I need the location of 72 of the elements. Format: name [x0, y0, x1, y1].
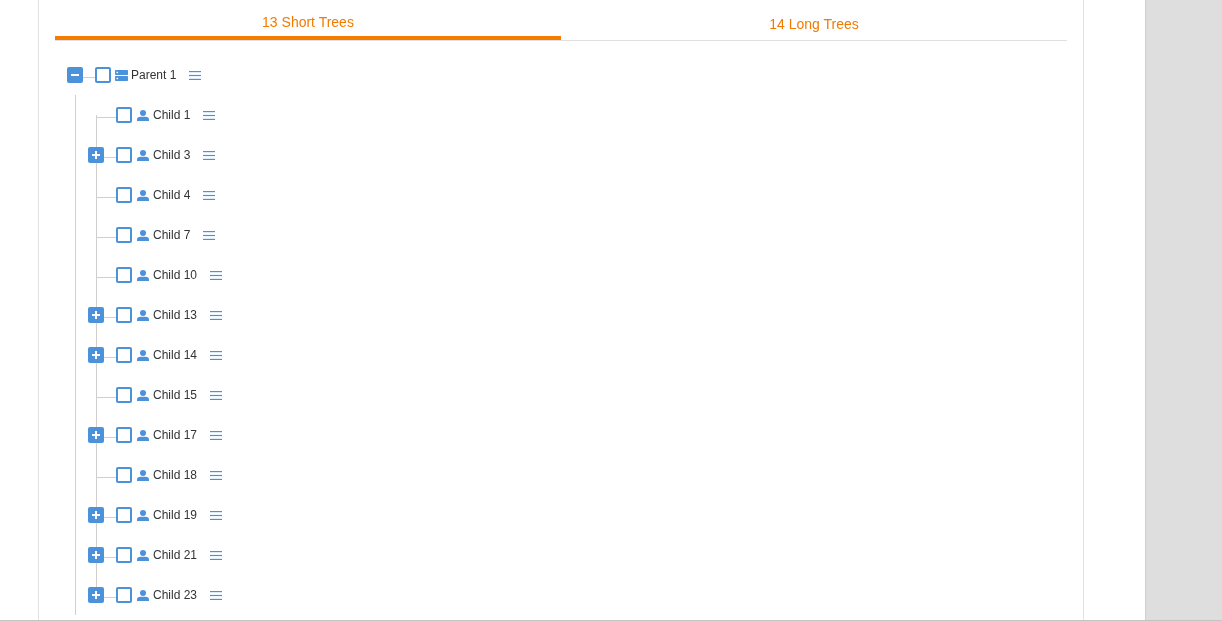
- user-icon: [137, 469, 149, 481]
- checkbox[interactable]: [116, 387, 132, 403]
- node-label[interactable]: Child 1: [153, 108, 191, 122]
- expand-toggle[interactable]: [88, 547, 104, 563]
- checkbox[interactable]: [116, 267, 132, 283]
- checkbox[interactable]: [116, 227, 132, 243]
- node-label[interactable]: Child 4: [153, 188, 191, 202]
- node-label[interactable]: Child 18: [153, 468, 198, 482]
- checkbox[interactable]: [116, 307, 132, 323]
- checkbox[interactable]: [116, 187, 132, 203]
- menu-icon[interactable]: [203, 110, 216, 120]
- node-label[interactable]: Child 23: [153, 588, 198, 602]
- node-label[interactable]: Child 3: [153, 148, 191, 162]
- minus-icon: [71, 74, 79, 76]
- user-icon: [137, 429, 149, 441]
- menu-icon[interactable]: [210, 550, 223, 560]
- expand-toggle[interactable]: [88, 427, 104, 443]
- checkbox[interactable]: [116, 547, 132, 563]
- expand-toggle[interactable]: [88, 147, 104, 163]
- menu-icon[interactable]: [210, 270, 223, 280]
- user-icon: [137, 509, 149, 521]
- user-icon: [137, 149, 149, 161]
- menu-icon[interactable]: [203, 230, 216, 240]
- menu-icon[interactable]: [210, 590, 223, 600]
- user-icon: [137, 549, 149, 561]
- checkbox[interactable]: [116, 147, 132, 163]
- node-label[interactable]: Child 13: [153, 308, 198, 322]
- checkbox[interactable]: [116, 587, 132, 603]
- plus-icon: [92, 431, 100, 439]
- plus-icon: [92, 311, 100, 319]
- expand-toggle[interactable]: [88, 507, 104, 523]
- checkbox[interactable]: [116, 507, 132, 523]
- node-label[interactable]: Child 10: [153, 268, 198, 282]
- user-icon: [137, 589, 149, 601]
- node-label[interactable]: Child 21: [153, 548, 198, 562]
- expand-toggle[interactable]: [88, 587, 104, 603]
- user-icon: [137, 189, 149, 201]
- node-label[interactable]: Child 14: [153, 348, 198, 362]
- server-icon: [115, 69, 128, 81]
- menu-icon[interactable]: [210, 470, 223, 480]
- plus-icon: [92, 511, 100, 519]
- node-label[interactable]: Child 15: [153, 388, 198, 402]
- expand-toggle[interactable]: [88, 347, 104, 363]
- user-icon: [137, 389, 149, 401]
- menu-icon[interactable]: [203, 190, 216, 200]
- menu-icon[interactable]: [189, 70, 202, 80]
- node-label[interactable]: Child 17: [153, 428, 198, 442]
- menu-icon[interactable]: [210, 510, 223, 520]
- user-icon: [137, 349, 149, 361]
- plus-icon: [92, 151, 100, 159]
- checkbox[interactable]: [116, 347, 132, 363]
- user-icon: [137, 109, 149, 121]
- checkbox[interactable]: [116, 427, 132, 443]
- node-label[interactable]: Child 7: [153, 228, 191, 242]
- menu-icon[interactable]: [210, 430, 223, 440]
- menu-icon[interactable]: [203, 150, 216, 160]
- menu-icon[interactable]: [210, 350, 223, 360]
- checkbox[interactable]: [116, 107, 132, 123]
- collapse-toggle[interactable]: [67, 67, 83, 83]
- node-label[interactable]: Child 19: [153, 508, 198, 522]
- menu-icon[interactable]: [210, 390, 223, 400]
- plus-icon: [92, 591, 100, 599]
- user-icon: [137, 229, 149, 241]
- user-icon: [137, 309, 149, 321]
- user-icon: [137, 269, 149, 281]
- expand-toggle[interactable]: [88, 307, 104, 323]
- plus-icon: [92, 351, 100, 359]
- checkbox[interactable]: [116, 467, 132, 483]
- menu-icon[interactable]: [210, 310, 223, 320]
- checkbox[interactable]: [95, 67, 111, 83]
- plus-icon: [92, 551, 100, 559]
- node-label[interactable]: Parent 1: [131, 68, 177, 82]
